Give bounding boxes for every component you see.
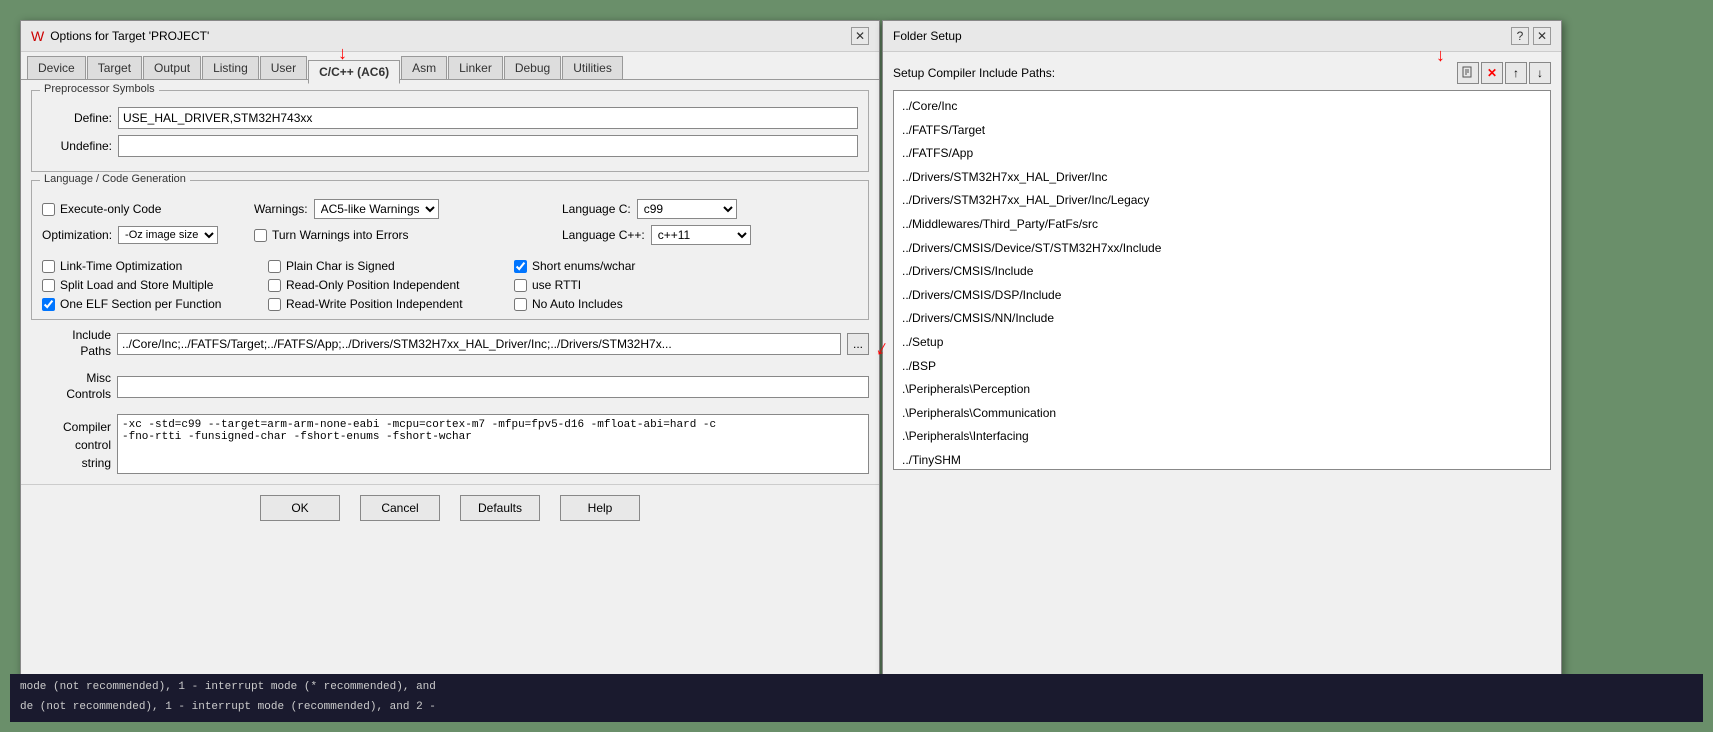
cancel-button[interactable]: Cancel bbox=[360, 495, 440, 521]
folder-up-btn[interactable]: ↑ bbox=[1505, 62, 1527, 84]
tab-device[interactable]: Device bbox=[27, 56, 86, 79]
read-write-pos-checkbox[interactable] bbox=[268, 298, 281, 311]
folder-toolbar: ↓ ✕ ↑ ↓ bbox=[1455, 62, 1551, 84]
console-line-2: de (not recommended), 1 - interrupt mode… bbox=[20, 698, 1693, 718]
read-only-pos-checkbox[interactable] bbox=[268, 279, 281, 292]
list-item[interactable]: ../BSP bbox=[900, 355, 1544, 379]
warnings-select[interactable]: AC5-like Warnings No Warnings All Warnin… bbox=[314, 199, 439, 219]
help-button[interactable]: Help bbox=[560, 495, 640, 521]
link-time-opt-checkbox[interactable] bbox=[42, 260, 55, 273]
warnings-label: Warnings: bbox=[254, 202, 308, 216]
folder-help-btn[interactable]: ? bbox=[1511, 27, 1529, 45]
link-time-opt-label: Link-Time Optimization bbox=[60, 259, 182, 273]
use-rtti-checkbox[interactable] bbox=[514, 279, 527, 292]
misc-controls-input[interactable] bbox=[117, 376, 869, 398]
list-item[interactable]: ../FATFS/App bbox=[900, 142, 1544, 166]
folder-down-btn[interactable]: ↓ bbox=[1529, 62, 1551, 84]
tab-debug[interactable]: Debug bbox=[504, 56, 561, 79]
compiler-label: Compiler control string bbox=[31, 414, 111, 472]
list-item[interactable]: ../FATFS/Target bbox=[900, 119, 1544, 143]
ok-button[interactable]: OK bbox=[260, 495, 340, 521]
one-elf-label: One ELF Section per Function bbox=[60, 297, 221, 311]
undefine-label: Undefine: bbox=[42, 139, 112, 153]
read-only-pos-label: Read-Only Position Independent bbox=[286, 278, 459, 292]
misc-controls-label: Misc Controls bbox=[31, 371, 111, 402]
folder-header-row: Setup Compiler Include Paths: ↓ bbox=[893, 62, 1551, 84]
folder-title-buttons: ? ✕ bbox=[1511, 27, 1551, 45]
defaults-button[interactable]: Defaults bbox=[460, 495, 540, 521]
plain-char-checkbox[interactable] bbox=[268, 260, 281, 273]
preprocessor-label: Preprocessor Symbols bbox=[40, 83, 159, 95]
language-cpp-label: Language C++: bbox=[562, 228, 645, 242]
folder-new-btn[interactable] bbox=[1457, 62, 1479, 84]
define-label: Define: bbox=[42, 111, 112, 125]
language-c-label: Language C: bbox=[562, 202, 631, 216]
main-dialog-close[interactable]: ✕ bbox=[851, 27, 869, 45]
include-paths-label: Include Paths bbox=[31, 328, 111, 359]
compiler-textarea[interactable]: -xc -std=c99 --target=arm-arm-none-eabi … bbox=[117, 414, 869, 474]
turn-warnings-label: Turn Warnings into Errors bbox=[272, 228, 408, 242]
undefine-input[interactable] bbox=[118, 135, 858, 157]
tab-target[interactable]: Target bbox=[87, 56, 142, 79]
include-paths-input[interactable] bbox=[117, 333, 841, 355]
split-load-store-label: Split Load and Store Multiple bbox=[60, 278, 213, 292]
language-group: Language / Code Generation Execute-only … bbox=[31, 180, 869, 320]
tab-listing[interactable]: Listing bbox=[202, 56, 259, 79]
app-icon: W bbox=[31, 28, 44, 44]
list-item[interactable]: ../Drivers/STM32H7xx_HAL_Driver/Inc/Lega… bbox=[900, 189, 1544, 213]
list-item[interactable]: ../Middlewares/Third_Party/FatFs/src bbox=[900, 213, 1544, 237]
folder-close-btn[interactable]: ✕ bbox=[1533, 27, 1551, 45]
turn-warnings-checkbox[interactable] bbox=[254, 229, 267, 242]
plain-char-label: Plain Char is Signed bbox=[286, 259, 395, 273]
folder-delete-btn[interactable]: ✕ bbox=[1481, 62, 1503, 84]
console-line-1: mode (not recommended), 1 - interrupt mo… bbox=[20, 678, 1693, 698]
list-item[interactable]: ../Drivers/CMSIS/NN/Include bbox=[900, 307, 1544, 331]
list-item[interactable]: ../Drivers/CMSIS/Include bbox=[900, 260, 1544, 284]
language-cpp-select[interactable]: c++11 c++14 c++17 bbox=[651, 225, 751, 245]
one-elf-checkbox[interactable] bbox=[42, 298, 55, 311]
main-dialog-title: Options for Target 'PROJECT' bbox=[50, 29, 209, 43]
misc-controls-row: Misc Controls bbox=[31, 371, 869, 402]
main-dialog-footer: OK Cancel Defaults Help bbox=[21, 484, 879, 531]
short-enums-checkbox[interactable] bbox=[514, 260, 527, 273]
language-label: Language / Code Generation bbox=[40, 173, 190, 185]
folder-dialog-title: Folder Setup bbox=[893, 29, 962, 43]
use-rtti-label: use RTTI bbox=[532, 278, 581, 292]
list-item[interactable]: ../Setup bbox=[900, 331, 1544, 355]
tab-linker[interactable]: Linker bbox=[448, 56, 503, 79]
list-item[interactable]: .\Peripherals\Communication bbox=[900, 402, 1544, 426]
short-enums-label: Short enums/wchar bbox=[532, 259, 635, 273]
tab-user[interactable]: User bbox=[260, 56, 307, 79]
no-auto-includes-checkbox[interactable] bbox=[514, 298, 527, 311]
no-auto-includes-label: No Auto Includes bbox=[532, 297, 623, 311]
folder-path-list: ../Core/Inc ../FATFS/Target ../FATFS/App… bbox=[893, 90, 1551, 470]
tab-utilities[interactable]: Utilities bbox=[562, 56, 623, 79]
list-item[interactable]: ../Drivers/CMSIS/DSP/Include bbox=[900, 284, 1544, 308]
include-paths-row: Include Paths ... bbox=[31, 328, 869, 359]
tab-cc[interactable]: C/C++ (AC6) bbox=[308, 60, 400, 84]
list-item[interactable]: ../Drivers/STM32H7xx_HAL_Driver/Inc bbox=[900, 166, 1544, 190]
compiler-section: Compiler control string -xc -std=c99 --t… bbox=[31, 414, 869, 474]
include-paths-browse[interactable]: ... bbox=[847, 333, 869, 355]
console-area: mode (not recommended), 1 - interrupt mo… bbox=[10, 674, 1703, 722]
list-item[interactable]: ../Core/Inc bbox=[900, 95, 1544, 119]
list-item[interactable]: ../Drivers/CMSIS/Device/ST/STM32H7xx/Inc… bbox=[900, 237, 1544, 261]
list-item[interactable]: ../TinySHM bbox=[900, 449, 1544, 470]
optimization-select[interactable]: -Oz image size -O0 -O1 -O2 -O3 bbox=[118, 226, 218, 244]
execute-only-label: Execute-only Code bbox=[60, 202, 161, 216]
execute-only-checkbox[interactable] bbox=[42, 203, 55, 216]
list-item[interactable]: .\Peripherals\Perception bbox=[900, 378, 1544, 402]
folder-header-label: Setup Compiler Include Paths: bbox=[893, 66, 1055, 80]
tab-asm[interactable]: Asm bbox=[401, 56, 447, 79]
define-input[interactable] bbox=[118, 107, 858, 129]
tab-output[interactable]: Output bbox=[143, 56, 201, 79]
optimization-label: Optimization: bbox=[42, 228, 112, 242]
list-item[interactable]: .\Peripherals\Interfacing bbox=[900, 425, 1544, 449]
read-write-pos-label: Read-Write Position Independent bbox=[286, 297, 463, 311]
language-c-select[interactable]: c99 c90 gnu99 bbox=[637, 199, 737, 219]
preprocessor-group: Preprocessor Symbols Define: Undefine: bbox=[31, 90, 869, 172]
split-load-store-checkbox[interactable] bbox=[42, 279, 55, 292]
tabs-bar: Device Target Output Listing User ↓ C/C+… bbox=[21, 52, 879, 80]
